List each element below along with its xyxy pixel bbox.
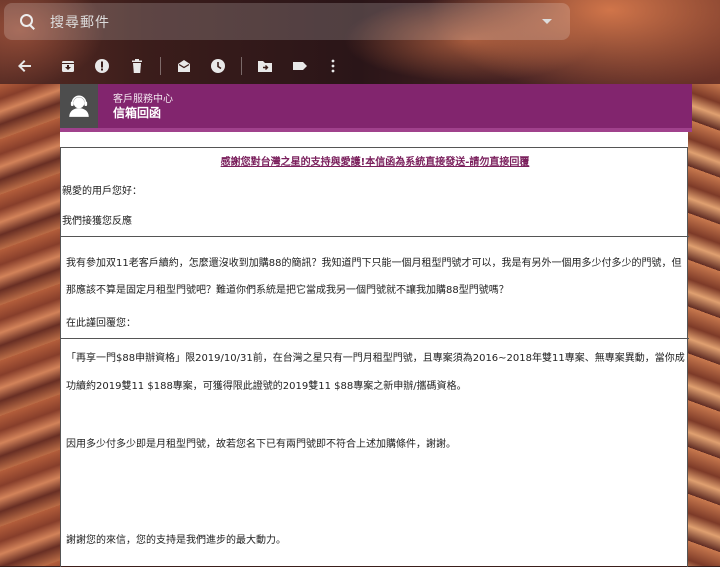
greeting: 親愛的用戶您好： [62,186,142,197]
toolbar-divider [241,57,242,75]
divider [61,338,689,339]
label-icon[interactable] [290,56,310,76]
background-wallpaper-right [688,84,720,566]
archive-icon[interactable] [58,56,78,76]
header-accent-bar [60,128,692,132]
toolbar-divider [160,57,161,75]
mail-header-banner: 客戶服務中心 信箱回函 [60,84,692,128]
reply-label: 在此謹回覆您： [66,318,136,329]
search-bar[interactable]: 搜尋郵件 [4,3,570,40]
move-to-icon[interactable] [255,56,275,76]
background-wallpaper-left [0,84,60,566]
do-not-reply-notice[interactable]: 感謝您對台灣之星的支持與愛護!本信函為系統直接發送-請勿直接回覆 [61,153,689,168]
search-icon[interactable] [18,12,38,32]
mail-toolbar [0,50,720,82]
closing-line: 謝謝您的來信，您的支持是我們進步的最大動力。 [66,535,286,546]
divider [61,236,689,237]
header-title: 信箱回函 [113,106,162,120]
more-icon[interactable] [323,56,343,76]
mark-unread-icon[interactable] [174,56,194,76]
back-icon[interactable] [15,56,35,76]
customer-question: 我有參加双11老客戶續約，怎麼還沒收到加購88的簡訊？我知道門下只能一個月租型門… [66,258,682,296]
snooze-icon[interactable] [208,56,228,76]
header-subtitle: 客戶服務中心 [113,94,173,105]
customer-service-icon [60,84,98,128]
reply-paragraph-1: 「再享一門$88申辦資格」限2019/10/31前，在台灣之星只有一門月租型門號… [66,353,685,392]
reply-paragraph-2: 因用多少付多少即是月租型門號，故若您名下已有兩門號即不符合上述加購條件，謝謝。 [66,439,456,450]
email-body: 客戶服務中心 信箱回函 感謝您對台灣之星的支持與愛護!本信函為系統直接發送-請勿… [60,84,692,567]
search-input[interactable]: 搜尋郵件 [50,12,542,32]
received-statement: 我們接獲您反應 [62,216,132,227]
report-spam-icon[interactable] [92,56,112,76]
reply-frame: 感謝您對台灣之星的支持與愛護!本信函為系統直接發送-請勿直接回覆 親愛的用戶您好… [60,147,689,567]
delete-icon[interactable] [127,56,147,76]
search-options-caret-icon[interactable] [542,19,552,24]
